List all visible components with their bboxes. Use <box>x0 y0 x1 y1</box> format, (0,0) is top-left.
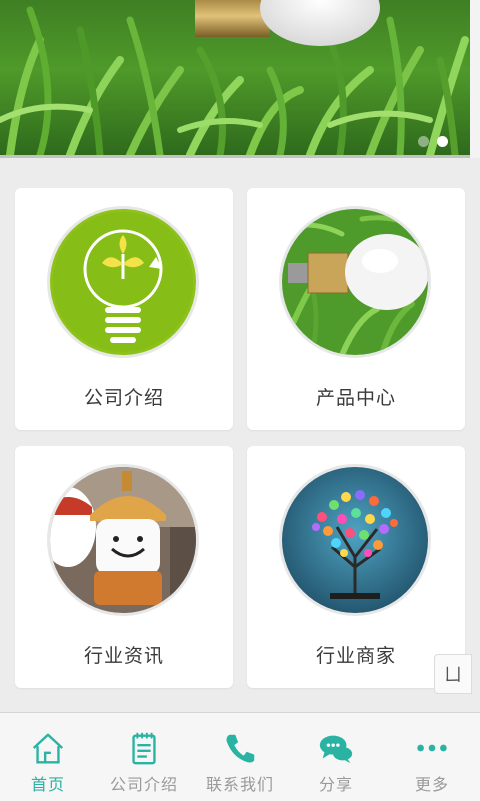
card-industry-news[interactable]: 行业资讯 <box>15 446 233 688</box>
card-product-center[interactable]: 产品中心 <box>247 188 465 430</box>
tab-label: 分享 <box>318 775 353 794</box>
card-label: 公司介绍 <box>83 387 164 409</box>
card-industry-merchants[interactable]: 行业商家 <box>247 446 465 688</box>
notepad-icon <box>132 732 156 765</box>
home-icon <box>32 733 64 764</box>
light-tree-icon <box>279 464 431 616</box>
card-label: 行业资讯 <box>83 645 164 667</box>
led-bulb-icon <box>279 206 431 358</box>
bottom-tab-bar: 首页 公司介绍 联系我们 分享 更多 <box>0 712 480 801</box>
lantern-icon <box>47 464 199 616</box>
category-grid: 公司介绍 产品中心 行业资讯 行业商家 <box>15 188 465 688</box>
card-label: 行业商家 <box>315 645 396 667</box>
tab-label: 更多 <box>414 775 449 794</box>
tab-contact-us[interactable]: 联系我们 <box>192 713 288 801</box>
chat-bubbles-icon <box>319 735 353 764</box>
banner-image <box>0 0 469 155</box>
tab-share[interactable]: 分享 <box>288 713 384 801</box>
tab-more[interactable]: 更多 <box>384 713 480 801</box>
more-dots-icon <box>417 744 447 752</box>
tab-label: 公司介绍 <box>109 775 178 794</box>
tab-label: 联系我们 <box>205 775 274 794</box>
tab-label: 首页 <box>30 775 65 794</box>
banner-edge <box>470 0 480 158</box>
bulb-leaf-icon <box>47 206 199 358</box>
floating-side-button-label: ㄩ <box>444 665 462 686</box>
carousel-dot-active[interactable] <box>437 136 448 147</box>
floating-side-button[interactable]: ㄩ <box>434 654 472 694</box>
tab-home[interactable]: 首页 <box>0 713 96 801</box>
card-label: 产品中心 <box>315 387 396 409</box>
carousel-dot[interactable] <box>418 136 429 147</box>
phone-icon <box>226 734 255 763</box>
banner-carousel[interactable] <box>0 0 470 158</box>
tab-company-intro[interactable]: 公司介绍 <box>96 713 192 801</box>
card-company-intro[interactable]: 公司介绍 <box>15 188 233 430</box>
carousel-indicator <box>418 136 448 147</box>
